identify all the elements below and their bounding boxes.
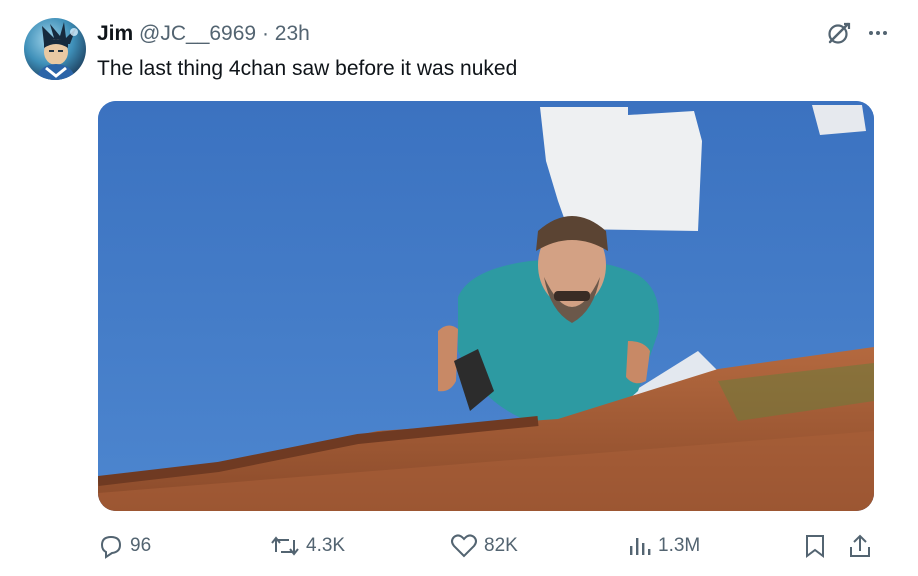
more-icon[interactable] bbox=[866, 21, 890, 50]
tweet: Jim @JC__6969 · 23h The last thing 4chan… bbox=[0, 0, 918, 576]
reply-button[interactable]: 96 bbox=[98, 528, 151, 564]
tweet-header: Jim @JC__6969 · 23h bbox=[97, 21, 310, 47]
heart-icon bbox=[451, 534, 477, 558]
repost-icon bbox=[271, 536, 299, 556]
bookmark-icon bbox=[806, 535, 824, 558]
action-bar: 96 4.3K 82K 1.3M bbox=[0, 528, 918, 564]
repost-count: 4.3K bbox=[306, 535, 346, 556]
repost-button[interactable]: 4.3K bbox=[270, 528, 345, 564]
views-button[interactable]: 1.3M bbox=[626, 528, 700, 564]
grok-icon[interactable] bbox=[826, 20, 852, 51]
like-button[interactable]: 82K bbox=[450, 528, 518, 564]
reply-count: 96 bbox=[130, 535, 152, 556]
reply-icon bbox=[100, 535, 122, 559]
share-icon bbox=[850, 534, 870, 557]
tweet-media[interactable] bbox=[98, 101, 874, 511]
avatar[interactable] bbox=[24, 18, 86, 80]
bookmark-button[interactable] bbox=[804, 528, 826, 564]
share-button[interactable] bbox=[848, 528, 872, 564]
timestamp[interactable]: 23h bbox=[275, 22, 310, 45]
author-handle[interactable]: @JC__6969 bbox=[139, 22, 256, 45]
top-icons bbox=[826, 20, 890, 51]
view-count: 1.3M bbox=[658, 535, 701, 556]
analytics-icon bbox=[630, 538, 651, 555]
tweet-text: The last thing 4chan saw before it was n… bbox=[97, 57, 518, 80]
separator-dot: · bbox=[261, 22, 269, 45]
author-name[interactable]: Jim bbox=[97, 22, 133, 45]
like-count: 82K bbox=[484, 535, 518, 556]
